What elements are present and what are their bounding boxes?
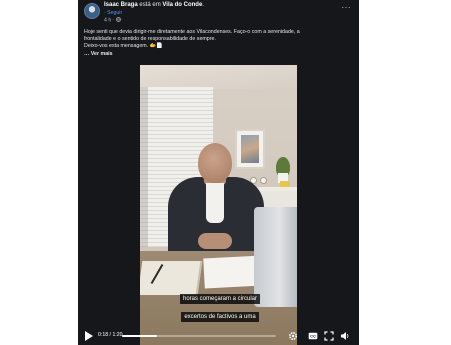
more-dots-icon[interactable]: ··· <box>342 3 352 12</box>
video-controls: 0:18 / 1:20 CC <box>78 328 359 345</box>
post-time: 4 h <box>104 17 112 24</box>
caption-line: frontalidade e o sentido de responsabili… <box>84 36 216 42</box>
globe-icon <box>115 17 121 22</box>
post-header: Isaac Braga está em Vila do Conde. · Seg… <box>78 0 359 28</box>
location-prefix: está em <box>139 2 161 8</box>
video-post: Isaac Braga está em Vila do Conde. · Seg… <box>78 0 359 345</box>
current-time: 0:18 <box>98 332 109 338</box>
post-caption: Hoje senti que devia dirigir-me diretame… <box>84 29 352 58</box>
captions-icon[interactable]: CC <box>308 331 318 341</box>
play-icon[interactable] <box>84 330 94 342</box>
fullscreen-icon[interactable] <box>324 331 334 341</box>
progress-fill <box>122 335 157 337</box>
settings-icon[interactable] <box>288 331 298 341</box>
page-background-left <box>0 0 78 345</box>
speaker-hands <box>198 233 232 249</box>
decor-box <box>280 181 290 187</box>
follow-link[interactable]: · Seguir <box>104 10 122 16</box>
post-timestamp[interactable]: 4 h · <box>104 17 121 24</box>
caption-line: Hoje senti que devia dirigir-me diretame… <box>84 29 300 35</box>
subtitle-line: excertos de factivos a uma <box>181 312 259 322</box>
see-more-link[interactable]: … Ver mais <box>84 51 352 58</box>
follow-label: Seguir <box>107 10 123 16</box>
plant <box>272 151 294 175</box>
wall-picture <box>235 129 265 169</box>
wall-picture-art <box>241 135 259 163</box>
see-more-label: Ver mais <box>90 51 113 57</box>
volume-icon[interactable] <box>340 331 350 341</box>
speaker-head <box>198 143 232 183</box>
author-line: Isaac Braga está em Vila do Conde. <box>104 2 204 8</box>
speaker-shirt <box>206 183 224 223</box>
blinds-shadow <box>140 87 148 247</box>
video-subtitles: horas começaram a circular excertos de f… <box>172 287 268 323</box>
decor-clock <box>260 177 267 184</box>
svg-text:CC: CC <box>310 334 316 339</box>
video-time: 0:18 / 1:20 <box>98 332 123 338</box>
video-frame-ceiling <box>140 65 297 89</box>
location-link[interactable]: Vila do Conde <box>162 2 202 8</box>
page-background-right <box>359 0 451 345</box>
author-name[interactable]: Isaac Braga <box>104 2 138 8</box>
caption-line: Deixo-vos esta mensagem. 🫱📄 <box>84 43 163 49</box>
video-player[interactable]: horas começaram a circular excertos de f… <box>140 65 297 345</box>
subtitle-line: horas começaram a circular <box>179 294 261 304</box>
author-avatar[interactable] <box>84 3 100 19</box>
location-suffix: . <box>202 2 204 8</box>
progress-bar[interactable] <box>122 335 276 337</box>
